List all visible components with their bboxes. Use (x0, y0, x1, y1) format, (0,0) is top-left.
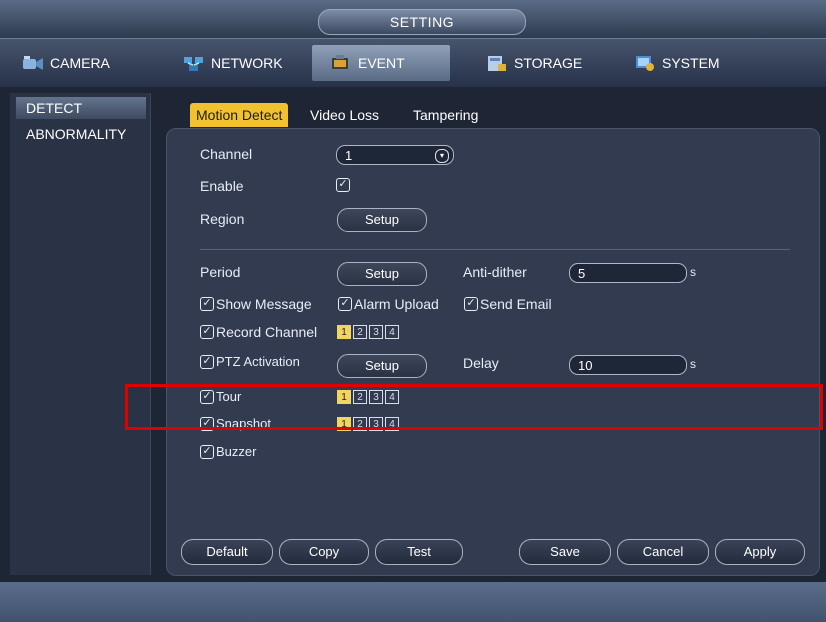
delay-unit: s (690, 357, 696, 371)
storage-icon (488, 56, 506, 71)
channel-select[interactable]: 1 ▾ (336, 145, 454, 165)
tab-network-label: NETWORK (211, 55, 283, 71)
tab-event-label: EVENT (358, 55, 405, 71)
enable-label: Enable (200, 178, 244, 194)
buzzer-checkbox[interactable]: ✓ (200, 445, 214, 459)
record-channel-2[interactable]: 2 (353, 325, 367, 339)
tab-event[interactable]: EVENT (312, 45, 450, 81)
apply-button[interactable]: Apply (715, 539, 805, 565)
send-email-checkbox[interactable]: ✓ (464, 297, 478, 311)
event-icon (332, 55, 348, 69)
window-title: SETTING (318, 9, 526, 35)
sidebar: DETECT ABNORMALITY (10, 93, 151, 575)
title-bar: SETTING (0, 0, 826, 38)
region-label: Region (200, 211, 245, 227)
camera-icon (23, 56, 43, 70)
network-icon (184, 57, 203, 71)
enable-checkbox[interactable]: ✓ (336, 178, 350, 192)
tab-camera[interactable]: CAMERA (22, 45, 110, 81)
highlight-box (125, 384, 823, 430)
test-button[interactable]: Test (375, 539, 463, 565)
ptz-setup-button[interactable]: Setup (337, 354, 427, 378)
record-channel-checkbox[interactable]: ✓ (200, 325, 214, 339)
buzzer-label: Buzzer (216, 444, 257, 459)
copy-button[interactable]: Copy (279, 539, 369, 565)
channel-value: 1 (345, 148, 353, 163)
tab-tampering[interactable]: Tampering (407, 103, 484, 127)
footer-bar (0, 582, 826, 622)
delay-input[interactable]: 10 (569, 355, 687, 375)
period-label: Period (200, 264, 241, 280)
tab-motion-detect[interactable]: Motion Detect (190, 103, 289, 127)
alarm-upload-checkbox[interactable]: ✓ (338, 297, 352, 311)
show-message-label: Show Message (216, 296, 312, 312)
ptz-activation-checkbox[interactable]: ✓ (200, 355, 214, 369)
default-button[interactable]: Default (181, 539, 273, 565)
save-button[interactable]: Save (519, 539, 611, 565)
sidebar-item-detect[interactable]: DETECT (16, 97, 146, 119)
delay-label: Delay (463, 355, 499, 371)
record-channel-1[interactable]: 1 (337, 325, 351, 339)
ptz-activation-label: PTZ Activation (216, 354, 300, 369)
tab-video-loss[interactable]: Video Loss (304, 103, 385, 127)
anti-dither-label: Anti-dither (463, 264, 527, 280)
cancel-button[interactable]: Cancel (617, 539, 709, 565)
channel-label: Channel (200, 146, 253, 162)
system-icon (636, 56, 654, 71)
period-setup-button[interactable]: Setup (337, 262, 427, 286)
anti-dither-unit: s (690, 265, 696, 279)
tab-system[interactable]: SYSTEM (634, 45, 720, 81)
record-channel-selector: 1 2 3 4 (337, 325, 401, 339)
record-channel-label: Record Channel (216, 324, 318, 340)
dvr-settings-window: SETTING CAMERA NETWORK EVENT STORAGE SYS… (0, 0, 826, 622)
tab-network[interactable]: NETWORK (183, 45, 283, 81)
chevron-down-icon: ▾ (435, 149, 449, 163)
show-message-checkbox[interactable]: ✓ (200, 297, 214, 311)
region-setup-button[interactable]: Setup (337, 208, 427, 232)
sidebar-item-abnormality[interactable]: ABNORMALITY (16, 123, 146, 145)
main-tab-bar: CAMERA NETWORK EVENT STORAGE SYSTEM (0, 38, 826, 88)
tab-storage[interactable]: STORAGE (486, 45, 582, 81)
tab-camera-label: CAMERA (50, 55, 110, 71)
motion-detect-panel (166, 128, 820, 576)
send-email-label: Send Email (480, 296, 552, 312)
anti-dither-input[interactable]: 5 (569, 263, 687, 283)
record-channel-3[interactable]: 3 (369, 325, 383, 339)
tab-system-label: SYSTEM (662, 55, 720, 71)
tab-storage-label: STORAGE (514, 55, 583, 71)
section-divider (200, 249, 790, 250)
alarm-upload-label: Alarm Upload (354, 296, 439, 312)
record-channel-4[interactable]: 4 (385, 325, 399, 339)
